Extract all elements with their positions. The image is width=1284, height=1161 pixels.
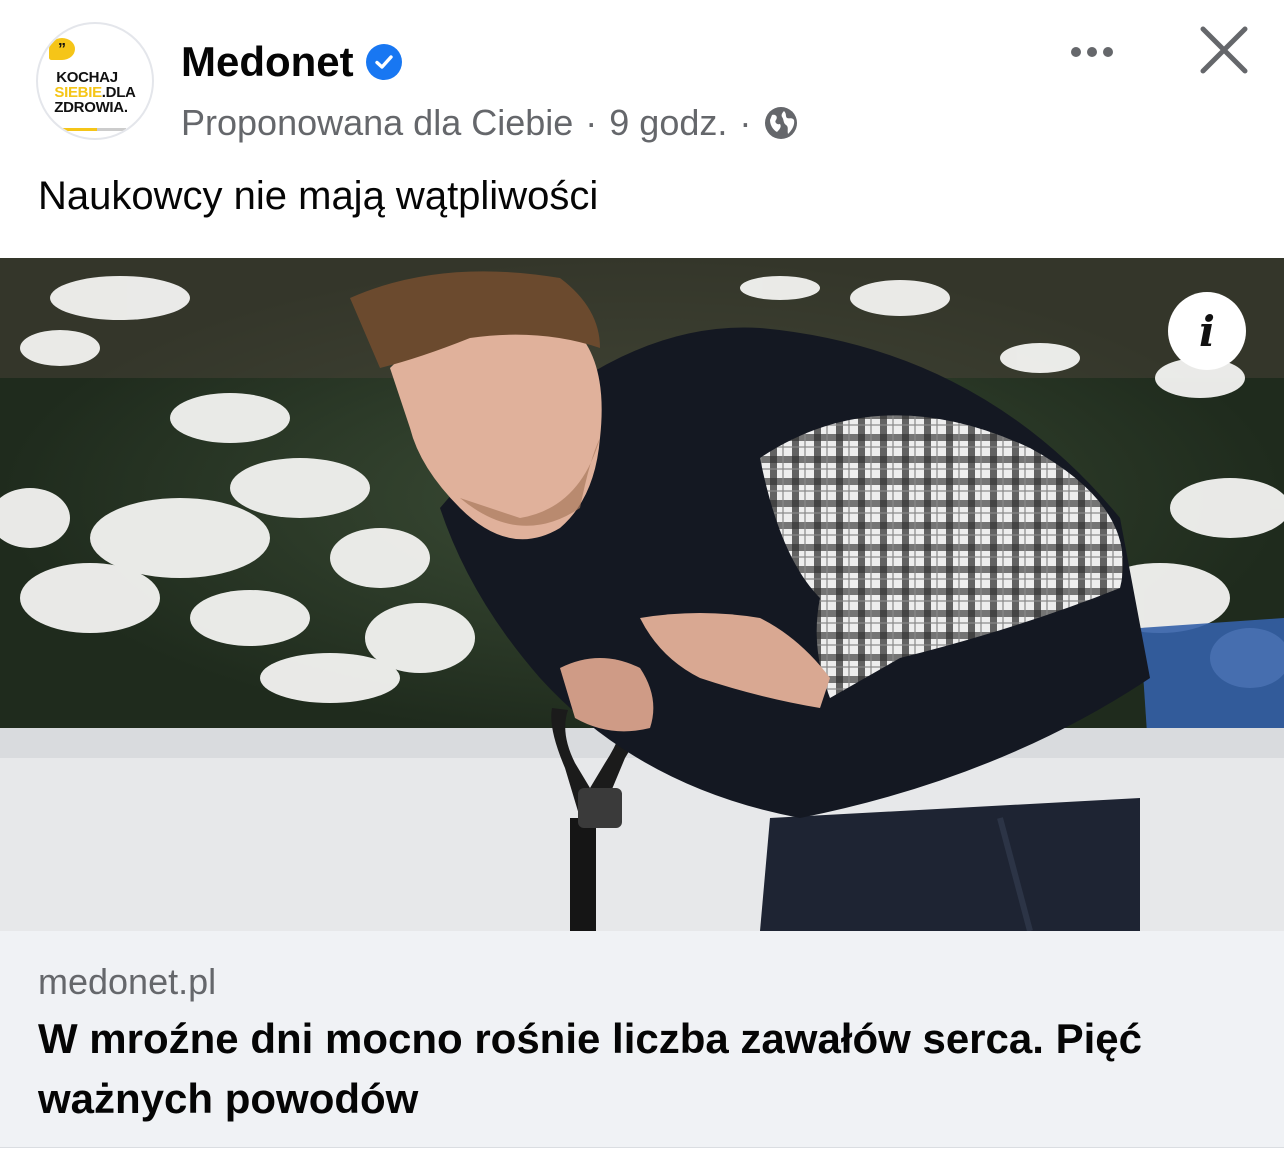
- verified-badge-icon: [365, 44, 402, 80]
- link-domain: medonet.pl: [38, 961, 217, 1002]
- info-icon[interactable]: i: [1168, 292, 1246, 370]
- post-image[interactable]: [0, 258, 1284, 931]
- post-image-illustration: [0, 258, 1284, 931]
- post-meta: Proponowana dla Ciebie · 9 godz. ·: [181, 102, 799, 144]
- page-name[interactable]: Medonet: [181, 38, 354, 86]
- close-icon[interactable]: [1194, 20, 1254, 80]
- page-name-row: Medonet: [181, 38, 402, 86]
- logo-text-line-3: ZDROWIA.: [54, 99, 128, 116]
- meta-separator: ·: [585, 102, 598, 143]
- link-title[interactable]: W mroźne dni mocno rośnie liczba zawałów…: [38, 1009, 1238, 1129]
- more-options-icon[interactable]: [1062, 30, 1122, 74]
- post-text: Naukowcy nie mają wątpliwości: [38, 174, 599, 218]
- suggested-label: Proponowana dla Ciebie: [181, 102, 574, 143]
- link-preview[interactable]: medonet.pl W mroźne dni mocno rośnie lic…: [0, 931, 1284, 1148]
- logo-underline: [62, 128, 126, 131]
- page-avatar[interactable]: ” KOCHAJ SIEBIE.DLA ZDROWIA.: [36, 22, 154, 140]
- more-dot: [1103, 47, 1113, 57]
- logo-quote-mark: ”: [49, 38, 75, 60]
- post-timestamp[interactable]: 9 godz.: [609, 102, 727, 144]
- more-dot: [1087, 47, 1097, 57]
- globe-icon[interactable]: [763, 105, 799, 141]
- more-dot: [1071, 47, 1081, 57]
- meta-separator: ·: [739, 102, 752, 143]
